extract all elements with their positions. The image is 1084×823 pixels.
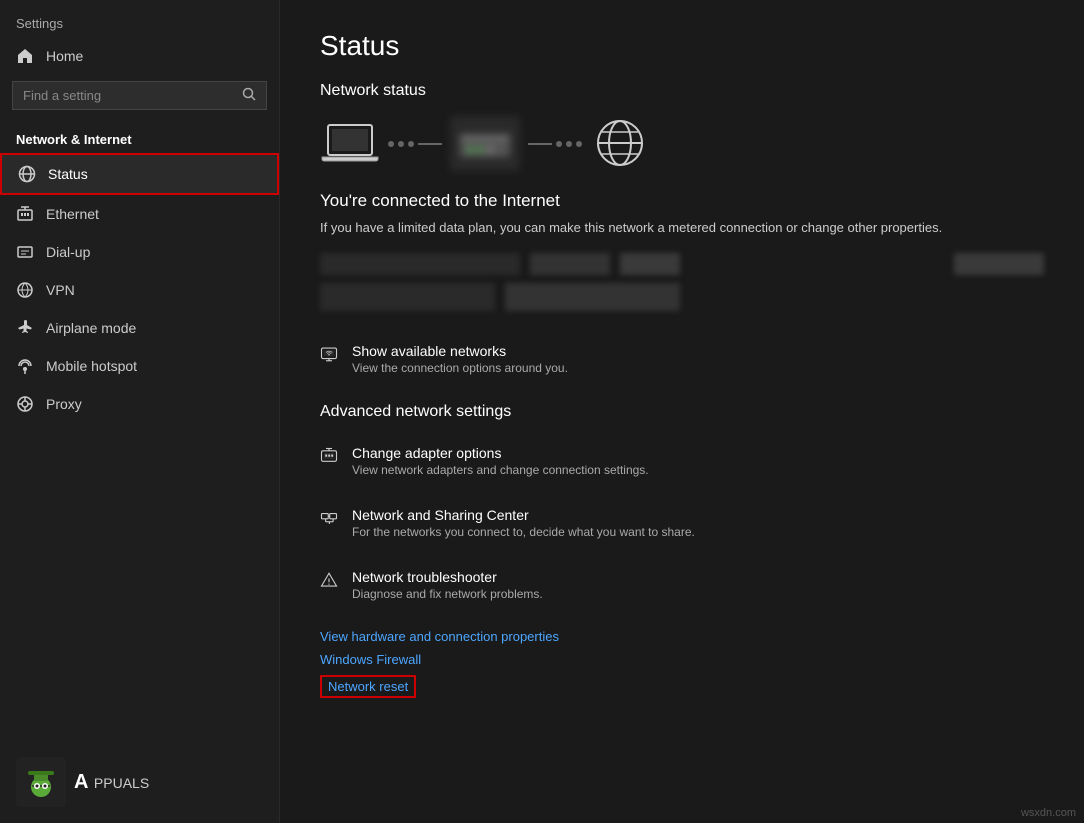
router-diagram-icon xyxy=(450,116,520,171)
advanced-label: Advanced network settings xyxy=(320,403,1044,421)
troubleshooter-icon xyxy=(320,571,338,589)
troubleshooter-text: Network troubleshooter Diagnose and fix … xyxy=(352,569,543,601)
airplane-label: Airplane mode xyxy=(46,320,136,336)
page-title: Status xyxy=(320,30,1044,62)
advanced-section: Advanced network settings xyxy=(320,403,1044,421)
dialup-label: Dial-up xyxy=(46,244,90,260)
firewall-link[interactable]: Windows Firewall xyxy=(320,652,1044,667)
search-box[interactable] xyxy=(12,81,267,110)
sharing-center-sub: For the networks you connect to, decide … xyxy=(352,525,695,539)
laptop-diagram-icon xyxy=(320,119,380,169)
network-status-label: Network status xyxy=(320,82,1044,100)
sidebar-item-status[interactable]: Status xyxy=(0,153,279,195)
hardware-link[interactable]: View hardware and connection properties xyxy=(320,629,1044,644)
show-networks-item[interactable]: Show available networks View the connect… xyxy=(320,335,1044,383)
change-adapter-item[interactable]: Change adapter options View network adap… xyxy=(320,437,1044,485)
connected-heading: You're connected to the Internet xyxy=(320,191,1044,211)
settings-back-label: Settings xyxy=(0,8,279,37)
change-adapter-sub: View network adapters and change connect… xyxy=(352,463,649,477)
show-networks-text: Show available networks View the connect… xyxy=(352,343,568,375)
section-label: Network & Internet xyxy=(0,124,279,153)
sharing-center-icon xyxy=(320,509,338,527)
change-adapter-text: Change adapter options View network adap… xyxy=(352,445,649,477)
sidebar-item-airplane[interactable]: Airplane mode xyxy=(0,309,279,347)
network-reset-link[interactable]: Network reset xyxy=(320,675,416,698)
ethernet-icon xyxy=(16,205,34,223)
sidebar-item-vpn[interactable]: VPN xyxy=(0,271,279,309)
status-label: Status xyxy=(48,166,88,182)
connection-line-2 xyxy=(528,141,582,147)
vpn-label: VPN xyxy=(46,282,75,298)
sidebar-item-proxy[interactable]: Proxy xyxy=(0,385,279,423)
vpn-icon xyxy=(16,281,34,299)
home-label: Home xyxy=(46,48,83,64)
airplane-icon xyxy=(16,319,34,337)
connected-sub: If you have a limited data plan, you can… xyxy=(320,219,1044,237)
show-networks-title: Show available networks xyxy=(352,343,568,359)
show-networks-icon xyxy=(320,345,338,363)
search-icon xyxy=(242,87,256,104)
change-adapter-title: Change adapter options xyxy=(352,445,649,461)
main-content: Status Network status xyxy=(280,0,1084,823)
logo-icon xyxy=(18,759,64,805)
show-networks-sub: View the connection options around you. xyxy=(352,361,568,375)
proxy-label: Proxy xyxy=(46,396,82,412)
sidebar-home-item[interactable]: Home xyxy=(0,37,279,75)
proxy-icon xyxy=(16,395,34,413)
network-diagram xyxy=(320,116,1044,171)
change-adapter-icon xyxy=(320,447,338,465)
troubleshooter-title: Network troubleshooter xyxy=(352,569,543,585)
ethernet-label: Ethernet xyxy=(46,206,99,222)
troubleshooter-sub: Diagnose and fix network problems. xyxy=(352,587,543,601)
troubleshooter-item[interactable]: Network troubleshooter Diagnose and fix … xyxy=(320,561,1044,609)
globe-diagram-icon xyxy=(590,116,650,171)
connection-line-1 xyxy=(388,141,442,147)
status-globe-icon xyxy=(18,165,36,183)
hotspot-label: Mobile hotspot xyxy=(46,358,137,374)
sidebar-item-hotspot[interactable]: Mobile hotspot xyxy=(0,347,279,385)
network-info-area xyxy=(320,253,1044,311)
sidebar: Settings Home Network & Internet xyxy=(0,0,280,823)
sidebar-item-dialup[interactable]: Dial-up xyxy=(0,233,279,271)
sidebar-item-ethernet[interactable]: Ethernet xyxy=(0,195,279,233)
search-input[interactable] xyxy=(23,88,238,103)
home-icon xyxy=(16,47,34,65)
dialup-icon xyxy=(16,243,34,261)
sharing-center-title: Network and Sharing Center xyxy=(352,507,695,523)
sidebar-logo: A PPUALS xyxy=(0,741,279,823)
sharing-center-item[interactable]: Network and Sharing Center For the netwo… xyxy=(320,499,1044,547)
sharing-center-text: Network and Sharing Center For the netwo… xyxy=(352,507,695,539)
watermark: wsxdn.com xyxy=(1021,807,1076,819)
hotspot-icon xyxy=(16,357,34,375)
